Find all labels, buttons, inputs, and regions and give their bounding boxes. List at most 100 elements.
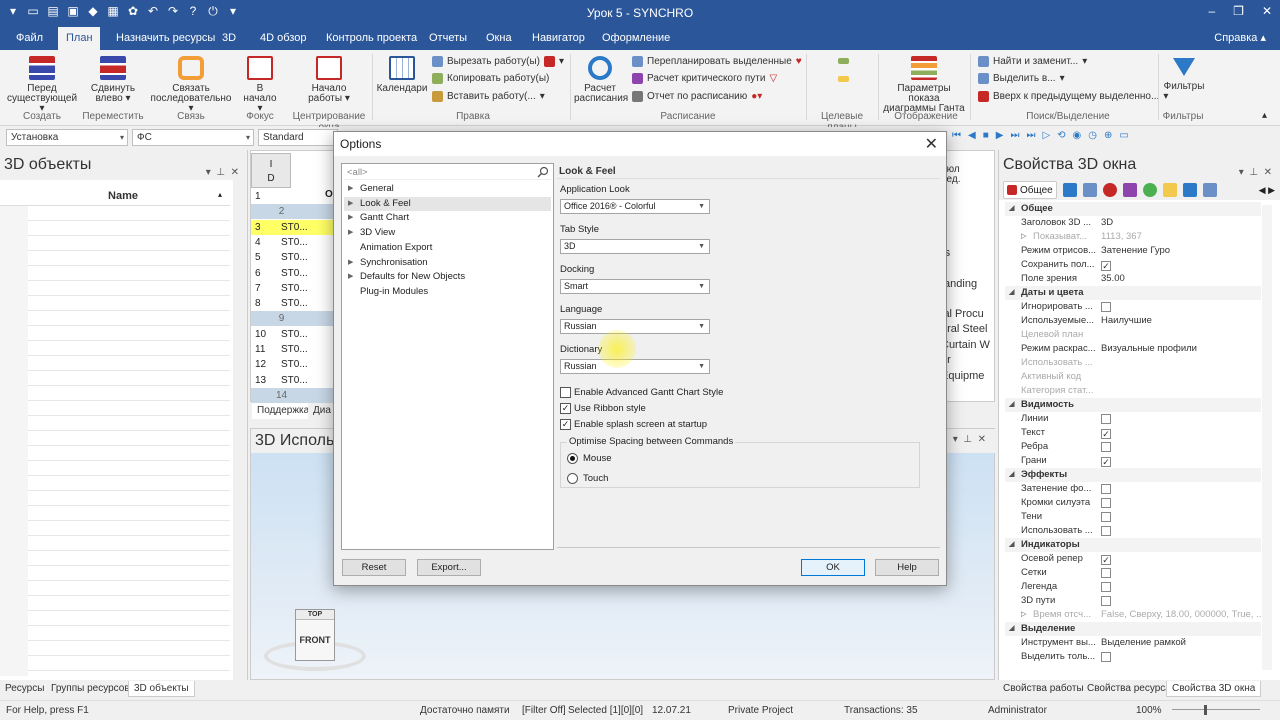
critical-path-item[interactable]: Расчет критического пути ▽ [632, 73, 777, 84]
restore-icon[interactable]: ❐ [1233, 4, 1244, 18]
property-value[interactable]: Визуальные профили [1101, 342, 1197, 356]
find-replace-item[interactable]: Найти и заменит... ▾ [978, 56, 1087, 67]
tab-plan[interactable]: План [58, 27, 100, 50]
close-icon[interactable]: ✕ [1264, 167, 1272, 178]
target-plan-icon-1[interactable] [838, 58, 849, 64]
property-checkbox[interactable]: ✓ [1101, 261, 1111, 271]
standard-combo[interactable]: Standard [258, 129, 338, 146]
collapse-icon[interactable]: ◢ [1009, 468, 1014, 482]
radio-circle[interactable] [567, 473, 578, 484]
before-existing-button[interactable]: Перед существующей ▾ [4, 50, 80, 114]
tab-work-properties[interactable]: Свойства работы [998, 681, 1089, 697]
cube-top-face[interactable]: TOP [296, 610, 334, 620]
property-row[interactable]: Режим раскрас... Визуальные профили [1005, 342, 1261, 356]
touch-radio[interactable]: Touch [567, 473, 608, 484]
property-row[interactable]: Ребра [1005, 440, 1261, 454]
paste-work-item[interactable]: Вставить работу(... ▾ [432, 91, 545, 102]
property-category[interactable]: ◢ Эффекты [1005, 468, 1261, 482]
property-row[interactable]: Целевой план [1005, 328, 1261, 342]
property-row[interactable]: Выделить толь... [1005, 650, 1261, 664]
tab-reports[interactable]: Отчеты [421, 27, 475, 50]
select-in-item[interactable]: Выделить в... ▾ [978, 73, 1065, 84]
objects-grid[interactable] [28, 206, 230, 676]
property-checkbox[interactable] [1101, 484, 1111, 494]
property-row[interactable]: Использовать ... [1005, 524, 1261, 538]
property-row[interactable]: Сетки [1005, 566, 1261, 580]
expand-arrow-icon[interactable]: ▶ [348, 226, 353, 240]
table-row[interactable]: 11 ST0... [251, 342, 336, 357]
filters-button[interactable]: Фильтры [1162, 50, 1206, 92]
property-checkbox[interactable] [1101, 414, 1111, 424]
property-checkbox[interactable]: ✓ [1101, 429, 1111, 439]
grid-icon[interactable] [1182, 183, 1197, 197]
property-category[interactable]: ◢ Индикаторы [1005, 538, 1261, 552]
property-row[interactable]: ▷ Показыват... 1113, 367 [1005, 230, 1261, 244]
table-row[interactable]: 14 [251, 387, 336, 403]
tab-resources[interactable]: Ресурсы [0, 681, 49, 697]
zoom-icon[interactable]: ⊕ [1104, 130, 1112, 141]
checkbox-box[interactable]: ✓ [560, 419, 571, 430]
loop-icon[interactable]: ⟲ [1057, 130, 1065, 141]
collapse-icon[interactable]: ◢ [1009, 622, 1014, 636]
property-row[interactable]: 3D пути [1005, 594, 1261, 608]
filter-icon[interactable] [1122, 183, 1137, 197]
table-row[interactable]: 8 ST0... [251, 296, 336, 311]
tree-item[interactable]: ▶ Synchronisation [344, 256, 551, 270]
expand-icon[interactable]: ▷ [1021, 608, 1026, 622]
up-to-prev-item[interactable]: Вверх к предыдущему выделенно... ▾ [978, 91, 1168, 102]
schedule-report-item[interactable]: Отчет по расписанию ●▾ [632, 91, 762, 102]
expand-arrow-icon[interactable]: ▶ [348, 197, 353, 211]
tree-item[interactable]: ▶ 3D View [344, 226, 551, 240]
stop-icon[interactable]: ■ [983, 130, 989, 141]
property-row[interactable]: Используемые... Наилучшие [1005, 314, 1261, 328]
reset-button[interactable]: Reset [342, 559, 406, 576]
tree-item[interactable]: ▶ Defaults for New Objects [344, 270, 551, 284]
pin-icon[interactable]: ⊥ [963, 434, 972, 445]
scroll-tabs-icon[interactable]: ◀ ▶ [1259, 185, 1275, 196]
view-icon[interactable]: ◉ [1073, 130, 1082, 141]
property-row[interactable]: Поле зрения 35.00 [1005, 272, 1261, 286]
fs-combo[interactable]: ФС ▾ [132, 129, 254, 146]
table-row[interactable]: 1 [251, 189, 336, 204]
property-category[interactable]: ◢ Даты и цвета [1005, 286, 1261, 300]
link-sequential-button[interactable]: Связать последовательно ▾ [148, 50, 234, 114]
close-icon[interactable]: ✕ [1262, 4, 1272, 18]
tab-appearance[interactable]: Оформление [594, 27, 678, 50]
to-start-button[interactable]: В начало ▾ [240, 50, 280, 114]
tab-diagram[interactable]: Диа [308, 403, 336, 419]
replan-selected-item[interactable]: Перепланировать выделенные ♥ [632, 56, 802, 67]
expand-arrow-icon[interactable]: ▶ [348, 270, 353, 284]
list-icon[interactable] [1062, 183, 1077, 197]
minimize-icon[interactable]: – [1208, 4, 1215, 18]
table-row[interactable]: 6 ST0... [251, 266, 336, 281]
zoom-slider-thumb[interactable] [1204, 705, 1207, 715]
fit-icon[interactable]: ▭ [1119, 130, 1128, 141]
property-value[interactable]: Затенение Гуро [1101, 244, 1170, 258]
property-row[interactable]: Заголовок 3D ... 3D [1005, 216, 1261, 230]
property-value[interactable]: Выделение рамкой [1101, 636, 1186, 650]
collapse-icon[interactable]: ◢ [1009, 286, 1014, 300]
expand-arrow-icon[interactable]: ▶ [348, 256, 353, 270]
table-row[interactable]: 13 ST0... [251, 373, 336, 388]
tab-support[interactable]: Поддержка [252, 403, 315, 419]
help-menu[interactable]: Справка ▴ [1214, 27, 1266, 50]
expand-icon[interactable]: ▷ [1021, 230, 1026, 244]
tab-resource-properties[interactable]: Свойства ресурса [1082, 681, 1176, 697]
property-row[interactable]: Осевой репер ✓ [1005, 552, 1261, 566]
pin-dropdown-icon[interactable]: ▾ [953, 434, 958, 445]
tree-search-input[interactable]: <all> [344, 166, 551, 180]
close-icon[interactable]: ✕ [231, 167, 239, 178]
table-row[interactable]: 12 ST0... [251, 357, 336, 372]
collapse-icon[interactable]: ◢ [1009, 398, 1014, 412]
properties-scrollbar[interactable] [1262, 205, 1272, 670]
property-row[interactable]: Активный код [1005, 370, 1261, 384]
pin-icon[interactable]: ⊥ [1249, 167, 1258, 178]
cube-front-face[interactable]: FRONT [296, 620, 334, 660]
help-button[interactable]: Help [875, 559, 939, 576]
property-row[interactable]: Кромки силуэта [1005, 496, 1261, 510]
property-row[interactable]: Тени [1005, 510, 1261, 524]
tab-navigator[interactable]: Навигатор [524, 27, 593, 50]
collapse-icon[interactable]: ◢ [1009, 538, 1014, 552]
tab-4d-review[interactable]: 4D обзор [252, 27, 314, 50]
last-icon[interactable]: ⏭ [1026, 130, 1035, 141]
